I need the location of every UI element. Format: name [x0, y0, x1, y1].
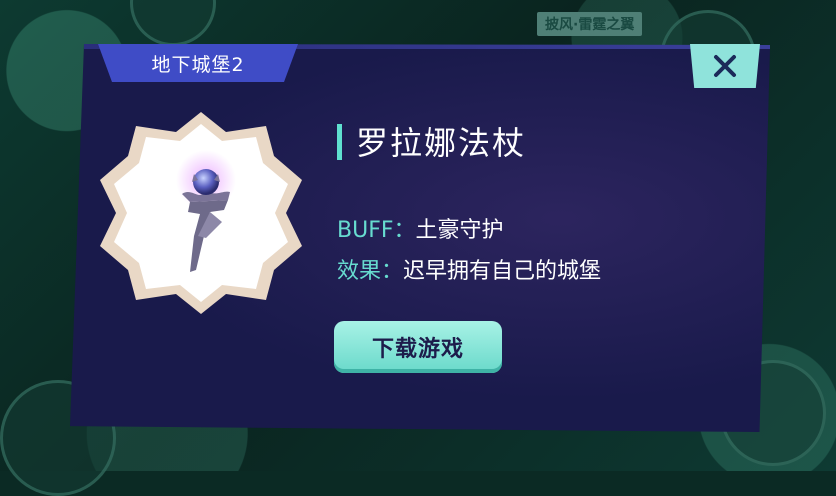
effect-value: 迟早拥有自己的城堡	[403, 259, 602, 284]
bg-corner-tag: 披风·雷霆之翼	[537, 12, 643, 36]
close-button[interactable]	[690, 44, 760, 88]
item-icon-frame	[98, 110, 304, 316]
item-name: 罗拉娜法杖	[356, 124, 527, 162]
dialog-title-tab: 地下城堡2	[98, 44, 298, 82]
download-game-button[interactable]: 下载游戏	[334, 321, 502, 373]
dialog-title: 地下城堡2	[151, 53, 245, 76]
effect-label: 效果：	[337, 259, 404, 284]
close-icon	[714, 55, 736, 77]
buff-row: BUFF：土豪守护	[337, 212, 504, 244]
download-game-label: 下载游戏	[371, 337, 464, 362]
effect-row: 效果：迟早拥有自己的城堡	[337, 253, 601, 285]
staff-icon	[176, 150, 236, 272]
buff-value: 土豪守护	[415, 218, 504, 243]
item-title-accent	[337, 124, 342, 160]
buff-label: BUFF：	[337, 218, 416, 243]
